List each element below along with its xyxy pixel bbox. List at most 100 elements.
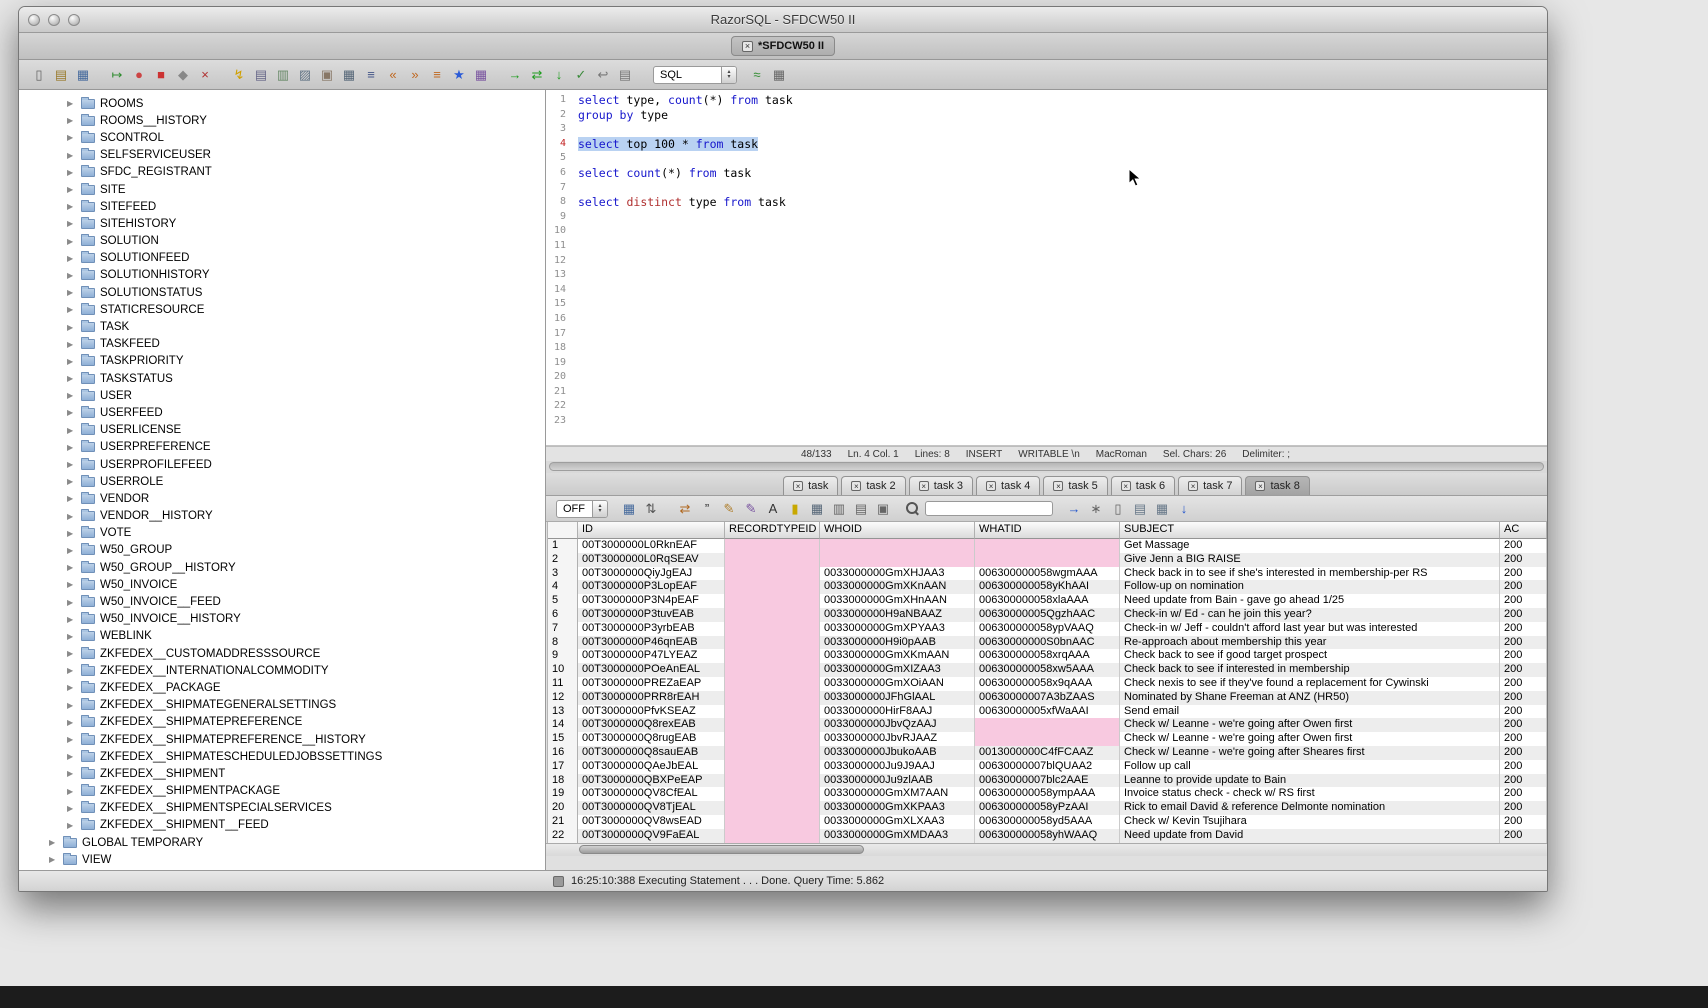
tree-item[interactable]: ▶W50_INVOICE xyxy=(19,576,545,593)
table-cell[interactable]: Give Jenn a BIG RAISE xyxy=(1120,553,1500,567)
table-cell[interactable]: 0033000000GmXIZAA3 xyxy=(820,663,975,677)
fetch-more-icon[interactable]: ↓ xyxy=(1174,499,1194,519)
tree-item[interactable]: ▶ROOMS xyxy=(19,95,545,112)
table-cell[interactable] xyxy=(725,705,820,719)
tree-item[interactable]: ▶SITEHISTORY xyxy=(19,215,545,232)
tree-item[interactable]: ▶ZKFEDEX__SHIPMATESCHEDULEDJOBSSETTINGS xyxy=(19,748,545,765)
table-cell[interactable]: 00T3000000L0RknEAF xyxy=(578,539,725,553)
table-cell[interactable] xyxy=(725,691,820,705)
copy-icon[interactable]: ▨ xyxy=(295,65,315,85)
list-icon[interactable]: ≡ xyxy=(361,65,381,85)
disclosure-triangle-icon[interactable]: ▶ xyxy=(67,735,79,744)
tree-item[interactable]: ▶VIEW xyxy=(19,851,545,868)
disclosure-triangle-icon[interactable]: ▶ xyxy=(67,666,79,675)
table-row[interactable]: 400T3000000P3LopEAF0033000000GmXKnAAN006… xyxy=(548,580,1547,594)
table-cell[interactable]: Leanne to provide update to Bain xyxy=(1120,774,1500,788)
tree-item[interactable]: ▶ZKFEDEX__SHIPMENTSPECIALSERVICES xyxy=(19,800,545,817)
disclosure-triangle-icon[interactable]: ▶ xyxy=(67,323,79,332)
table-cell[interactable]: 0033000000H9aNBAAZ xyxy=(820,608,975,622)
table-cell[interactable]: 00630000007blc2AAE xyxy=(975,774,1120,788)
table-cell[interactable]: 0033000000JbvRJAAZ xyxy=(820,732,975,746)
disclosure-triangle-icon[interactable]: ▶ xyxy=(67,580,79,589)
disclosure-triangle-icon[interactable]: ▶ xyxy=(67,769,79,778)
disclosure-triangle-icon[interactable]: ▶ xyxy=(67,615,79,624)
table-cell[interactable] xyxy=(975,553,1120,567)
table-cell[interactable]: 00T3000000PfvKSEAZ xyxy=(578,705,725,719)
table-cell[interactable]: Check w/ Leanne - we're going after Owen… xyxy=(1120,718,1500,732)
table-cell[interactable]: Check w/ Leanne - we're going after Shea… xyxy=(1120,746,1500,760)
tab-close-icon[interactable]: × xyxy=(1188,481,1198,491)
table-cell[interactable]: 0033000000H9i0pAAB xyxy=(820,636,975,650)
table-cell[interactable]: 0033000000GmXHnAAN xyxy=(820,594,975,608)
table-row[interactable]: 600T3000000P3tuvEAB0033000000H9aNBAAZ006… xyxy=(548,608,1547,622)
table-cell[interactable]: 0033000000GmXMDAA3 xyxy=(820,829,975,843)
disclosure-triangle-icon[interactable]: ▶ xyxy=(67,237,79,246)
table-cell[interactable]: 200 xyxy=(1500,691,1547,705)
edit-table-icon[interactable]: ▦ xyxy=(471,65,491,85)
format-right-icon[interactable]: » xyxy=(405,65,425,85)
tree-item[interactable]: ▶WEBLINK xyxy=(19,628,545,645)
table-cell[interactable]: 0033000000GmXKnAAN xyxy=(820,580,975,594)
table-cell[interactable]: 00T3000000P3yrbEAB xyxy=(578,622,725,636)
tree-item[interactable]: ▶W50_INVOICE__HISTORY xyxy=(19,611,545,628)
edit-sql-icon[interactable]: ≈ xyxy=(747,65,767,85)
table-cell[interactable]: 00T3000000Q8sauEAB xyxy=(578,746,725,760)
tree-item[interactable]: ▶USERPREFERENCE xyxy=(19,439,545,456)
format-sql-icon[interactable]: ≡ xyxy=(427,65,447,85)
highlight-icon[interactable]: ▮ xyxy=(785,499,805,519)
column-header[interactable]: ID xyxy=(578,522,725,539)
table-cell[interactable]: 006300000058yd5AAA xyxy=(975,815,1120,829)
window-titlebar[interactable]: RazorSQL - SFDCW50 II xyxy=(19,7,1547,33)
disclosure-triangle-icon[interactable]: ▶ xyxy=(67,529,79,538)
table-cell[interactable]: 0033000000Ju9J9AAJ xyxy=(820,760,975,774)
table-cell[interactable] xyxy=(975,718,1120,732)
column-header[interactable]: WHOID xyxy=(820,522,975,539)
tree-item[interactable]: ▶USER xyxy=(19,387,545,404)
disclosure-triangle-icon[interactable]: ▶ xyxy=(67,391,79,400)
tree-item[interactable]: ▶SOLUTIONFEED xyxy=(19,250,545,267)
table-cell[interactable]: 0033000000GmXHJAA3 xyxy=(820,567,975,581)
column-header[interactable]: AC xyxy=(1500,522,1547,539)
export-grid-icon[interactable]: ▥ xyxy=(829,499,849,519)
table-row[interactable]: 2000T3000000QV8TjEAL0033000000GmXKPAA300… xyxy=(548,801,1547,815)
table-cell[interactable]: 200 xyxy=(1500,553,1547,567)
tree-item[interactable]: ▶VOTE xyxy=(19,525,545,542)
tree-item[interactable]: ▶SOLUTION xyxy=(19,233,545,250)
execute-icon[interactable]: → xyxy=(505,65,525,85)
tree-item[interactable]: ▶VENDOR__HISTORY xyxy=(19,508,545,525)
describe-icon[interactable]: ▤ xyxy=(615,65,635,85)
export-file-icon[interactable]: ▥ xyxy=(273,65,293,85)
tree-item[interactable]: ▶SITE xyxy=(19,181,545,198)
disconnect-icon[interactable]: ■ xyxy=(151,65,171,85)
table-cell[interactable]: Follow-up on nomination xyxy=(1120,580,1500,594)
tree-item[interactable]: ▶ZKFEDEX__PACKAGE xyxy=(19,679,545,696)
tree-item[interactable]: ▶USERFEED xyxy=(19,404,545,421)
table-cell[interactable] xyxy=(725,580,820,594)
disclosure-triangle-icon[interactable]: ▶ xyxy=(67,374,79,383)
print-grid-icon[interactable]: ▣ xyxy=(873,499,893,519)
table-row[interactable]: 1200T3000000PRR8rEAH0033000000JFhGlAAL00… xyxy=(548,691,1547,705)
table-row[interactable]: 700T3000000P3yrbEAB0033000000GmXPYAA3006… xyxy=(548,622,1547,636)
tree-item[interactable]: ▶SELFSERVICEUSER xyxy=(19,147,545,164)
table-cell[interactable] xyxy=(725,760,820,774)
results-tab[interactable]: ×task 6 xyxy=(1111,476,1175,495)
favorites-icon[interactable]: ★ xyxy=(449,65,469,85)
tree-item[interactable]: ▶USERROLE xyxy=(19,473,545,490)
table-cell[interactable]: 00630000007blQUAA2 xyxy=(975,760,1120,774)
table-cell[interactable] xyxy=(725,815,820,829)
tree-item[interactable]: ▶TASK xyxy=(19,318,545,335)
tree-item[interactable]: ▶VENDOR xyxy=(19,490,545,507)
table-row[interactable]: 1600T3000000Q8sauEAB0033000000JbukoAAB00… xyxy=(548,746,1547,760)
table-row[interactable]: 2200T3000000QV9FaEAL0033000000GmXMDAA300… xyxy=(548,829,1547,843)
tab-close-icon[interactable]: × xyxy=(1255,481,1265,491)
table-cell[interactable]: 00T3000000QV9FaEAL xyxy=(578,829,725,843)
export-results-icon[interactable]: ▤ xyxy=(1130,499,1150,519)
disclosure-triangle-icon[interactable]: ▶ xyxy=(49,855,61,864)
table-cell[interactable]: 200 xyxy=(1500,567,1547,581)
table-row[interactable]: 1100T3000000PREZaEAP0033000000GmXOiAAN00… xyxy=(548,677,1547,691)
table-cell[interactable]: 200 xyxy=(1500,746,1547,760)
table-row[interactable]: 1000T3000000POeAnEAL0033000000GmXIZAA300… xyxy=(548,663,1547,677)
table-cell[interactable] xyxy=(725,732,820,746)
search-icon[interactable] xyxy=(906,502,919,515)
tree-item[interactable]: ▶TASKSTATUS xyxy=(19,370,545,387)
